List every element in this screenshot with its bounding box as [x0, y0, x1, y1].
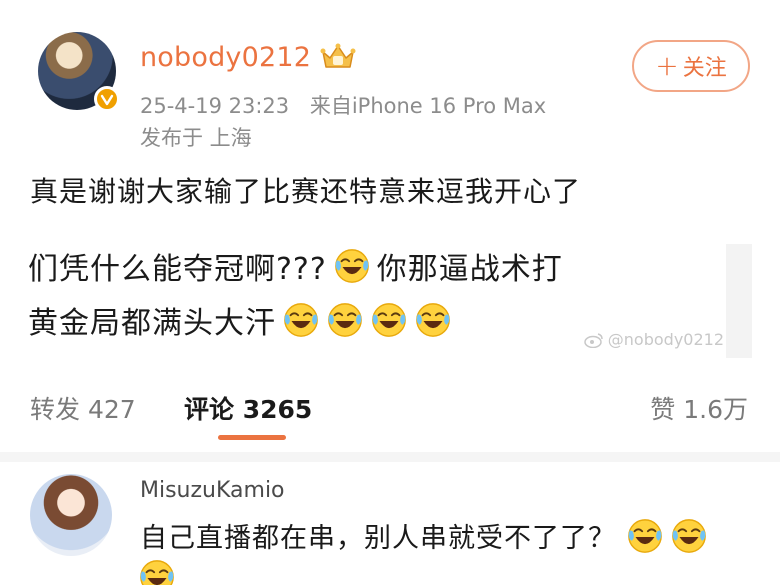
follow-button[interactable]: + 关注 — [632, 40, 750, 92]
vip-crown-icon — [320, 43, 356, 68]
comment-label: 评论 — [184, 395, 235, 424]
laugh-cry-emoji-icon — [284, 303, 318, 337]
laugh-cry-emoji-icon — [334, 249, 369, 283]
tab-comment[interactable]: 评论 3265 — [184, 390, 312, 426]
follow-plus-icon: + — [655, 49, 679, 82]
image-watermark: @nobody0212 — [584, 330, 724, 349]
quote-text-2: 黄金局都满头大汗 — [28, 306, 276, 341]
watermark-text: @nobody0212 — [607, 330, 724, 349]
section-divider — [0, 452, 780, 462]
author-username[interactable]: nobody0212 — [140, 42, 311, 73]
comment-text-row: 自己直播都在串，别人串就受不了了？ — [140, 516, 708, 555]
commenter-avatar[interactable] — [30, 474, 112, 556]
repost-count: 427 — [87, 395, 136, 424]
post-source: 来自iPhone 16 Pro Max — [309, 94, 547, 118]
quoted-image-card[interactable]: 们凭什么能夺冠啊??? 你那逼战术打 黄金局都满头大汗 @nobody0212 — [28, 244, 752, 358]
laugh-cry-emoji-icon — [672, 518, 706, 553]
comment-emoji-row — [138, 558, 176, 585]
post-location: 发布于 上海 — [140, 126, 252, 150]
comment-item: MisuzuKamio 自己直播都在串，别人串就受不了了？ — [0, 462, 780, 585]
verified-badge-icon — [94, 86, 120, 112]
like-label: 赞 — [650, 395, 676, 424]
post-timestamp: 25-4-19 23:23 — [140, 94, 290, 118]
tab-repost[interactable]: 转发 427 — [30, 390, 136, 426]
quote-text-1: 们凭什么能夺冠啊??? — [28, 252, 327, 287]
post-text: 真是谢谢大家输了比赛还特意来逗我开心了 — [30, 175, 582, 208]
comment-text: 自己直播都在串，别人串就受不了了？ — [140, 523, 616, 554]
quote-text-1b: 你那逼战术打 — [376, 252, 563, 287]
quote-line-2: 黄金局都满头大汗 — [28, 298, 452, 342]
commenter-username[interactable]: MisuzuKamio — [140, 478, 285, 503]
active-tab-indicator — [218, 435, 286, 440]
image-edge — [726, 244, 752, 358]
comment-count: 3265 — [242, 395, 313, 424]
tab-like[interactable]: 赞 1.6万 — [650, 390, 748, 426]
repost-label: 转发 — [30, 395, 81, 424]
post-stats-tabs: 转发 427 评论 3265 赞 1.6万 — [0, 386, 780, 448]
laugh-cry-emoji-icon — [628, 518, 662, 553]
quote-line-1: 们凭什么能夺冠啊??? 你那逼战术打 — [28, 244, 563, 288]
laugh-cry-emoji-icon — [416, 303, 450, 337]
follow-label: 关注 — [682, 56, 727, 81]
laugh-cry-emoji-icon — [372, 303, 406, 337]
laugh-cry-emoji-icon — [328, 303, 362, 337]
weibo-logo-icon — [584, 332, 603, 348]
post-header: nobody0212 25-4-19 23:23 来自iPhone 16 Pro… — [24, 28, 764, 150]
post-meta: 25-4-19 23:23 来自iPhone 16 Pro Max — [140, 90, 546, 120]
laugh-cry-emoji-icon — [140, 560, 174, 585]
author-avatar[interactable] — [38, 32, 120, 112]
like-count: 1.6万 — [683, 395, 748, 424]
